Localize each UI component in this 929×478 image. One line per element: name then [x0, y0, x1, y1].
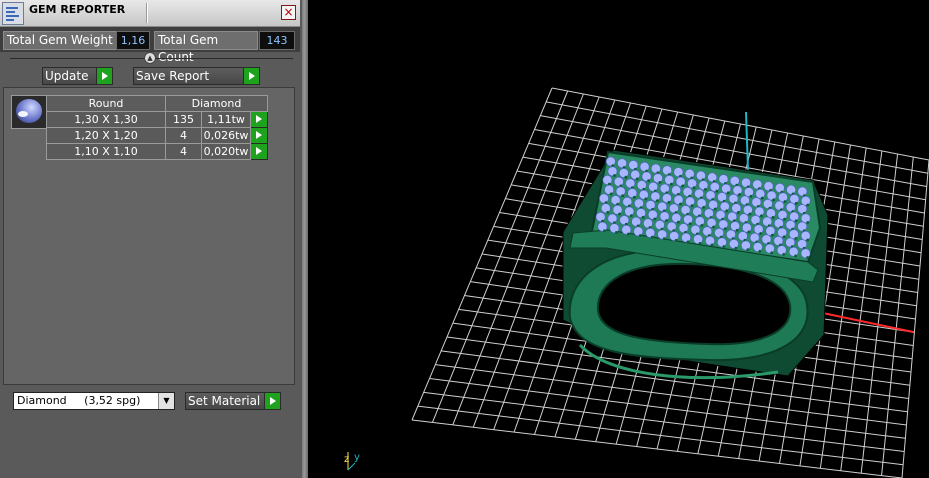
select-row-play-icon[interactable] — [250, 111, 268, 128]
select-row-play-icon[interactable] — [250, 143, 268, 160]
title-separator — [146, 3, 148, 23]
save-report-button-label: Save Report — [136, 69, 210, 83]
stats-bar: Total Gem Weight 1,16 Total Gem Count 14… — [0, 27, 300, 64]
round-gem-icon[interactable] — [11, 95, 47, 129]
play-icon — [243, 68, 259, 84]
gem-size: 1,20 X 1,20 — [46, 127, 166, 144]
close-icon[interactable]: × — [281, 5, 296, 20]
axis-indicator-z-label: z — [344, 454, 349, 465]
y-axis-line — [745, 111, 749, 171]
material-select[interactable]: Diamond (3,52 spg) ▼ — [13, 392, 175, 410]
axis-indicator: z y — [344, 452, 360, 471]
gem-weight: 1,11tw — [201, 111, 251, 128]
set-material-button[interactable]: Set Material — [185, 392, 281, 410]
table-row[interactable]: 1,30 X 1,30 135 1,11tw — [46, 111, 268, 128]
table-header-row: Round Diamond — [46, 95, 268, 112]
gem-weight: 0,026tw — [201, 127, 251, 144]
x-axis-line-right — [817, 311, 914, 333]
gem-reporter-panel: GEM REPORTER × Total Gem Weight 1,16 Tot… — [0, 0, 302, 478]
viewport-canvas: z y — [344, 87, 929, 478]
gem-reporter-icon — [2, 2, 24, 25]
save-report-button[interactable]: Save Report — [133, 67, 260, 85]
material-select-value: Diamond (3,52 spg) — [17, 394, 141, 407]
play-icon — [96, 68, 112, 84]
table-row[interactable]: 1,10 X 1,10 4 0,020tw — [46, 143, 268, 160]
total-gem-weight-value: 1,16 — [116, 31, 150, 50]
material-header: Diamond — [165, 95, 268, 112]
total-gem-weight-label: Total Gem Weight — [3, 31, 117, 50]
shape-header: Round — [46, 95, 166, 112]
gem-size: 1,10 X 1,10 — [46, 143, 166, 160]
ring-model[interactable] — [562, 149, 829, 380]
total-gem-count-value: 143 — [259, 31, 295, 50]
gem-count: 4 — [165, 127, 202, 144]
table-row[interactable]: 1,20 X 1,20 4 0,026tw — [46, 127, 268, 144]
play-icon — [264, 393, 280, 409]
title-bar: GEM REPORTER × — [0, 0, 300, 27]
update-button[interactable]: Update — [42, 67, 113, 85]
select-row-play-icon[interactable] — [250, 127, 268, 144]
gem-count: 4 — [165, 143, 202, 160]
window-title: GEM REPORTER — [29, 3, 126, 16]
axis-indicator-y-label: y — [354, 452, 360, 463]
gem-size: 1,30 X 1,30 — [46, 111, 166, 128]
3d-viewport[interactable]: z y — [308, 0, 929, 478]
gem-weight: 0,020tw — [201, 143, 251, 160]
gem-count: 135 — [165, 111, 202, 128]
splitter-handle-icon[interactable]: ▲ — [144, 52, 156, 64]
gem-list: Round Diamond 1,30 X 1,30 135 1,11tw 1,2… — [3, 87, 295, 385]
update-button-label: Update — [45, 69, 89, 83]
gem-table: Round Diamond 1,30 X 1,30 135 1,11tw 1,2… — [46, 95, 268, 160]
total-gem-count-label: Total Gem Count — [154, 31, 258, 64]
set-material-button-label: Set Material — [188, 394, 261, 408]
chevron-down-icon[interactable]: ▼ — [158, 393, 174, 409]
